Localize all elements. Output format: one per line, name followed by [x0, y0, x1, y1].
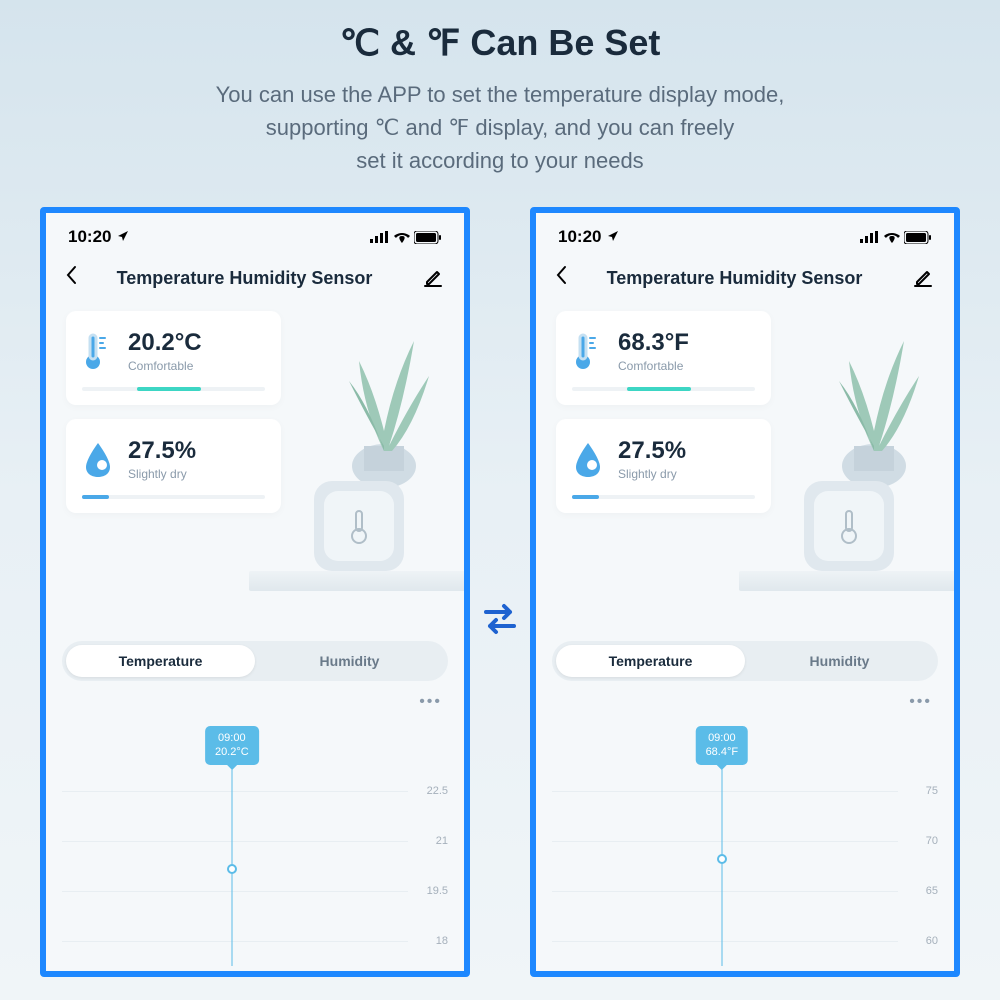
temperature-bar: [82, 387, 265, 391]
chart-tabs: Temperature Humidity: [62, 641, 448, 681]
chart-ylabel: 75: [926, 785, 938, 797]
temperature-value: 20.2°C: [128, 329, 202, 357]
chart-ylabel: 21: [436, 835, 448, 847]
more-button[interactable]: •••: [46, 693, 464, 711]
page-subtitle: You can use the APP to set the temperatu…: [0, 64, 1000, 177]
statusbar: 10:20: [536, 213, 954, 257]
chart-tabs: Temperature Humidity: [552, 641, 938, 681]
chart-ylabel: 70: [926, 835, 938, 847]
sensor-device-illustration: [804, 481, 894, 571]
more-button[interactable]: •••: [536, 693, 954, 711]
chart-ylabel: 19.5: [427, 885, 448, 897]
chart-tooltip: 09:00 68.4°F: [696, 726, 749, 765]
subtitle-line: supporting ℃ and ℉ display, and you can …: [266, 115, 734, 140]
humidity-value: 27.5%: [128, 437, 196, 465]
subtitle-line: set it according to your needs: [356, 148, 643, 173]
statusbar: 10:20: [46, 213, 464, 257]
page-title: ℃ & ℉ Can Be Set: [0, 0, 1000, 64]
chart-ylabel: 18: [436, 935, 448, 947]
swap-arrows-icon: [478, 597, 522, 641]
temperature-chart[interactable]: 75 70 65 60 09:00 68.4°F: [552, 721, 938, 977]
plant-illustration: [804, 291, 944, 491]
tab-humidity[interactable]: Humidity: [745, 645, 934, 677]
chart-indicator-line: [721, 766, 722, 966]
sensor-device-illustration: [314, 481, 404, 571]
temperature-value: 68.3°F: [618, 329, 689, 357]
battery-icon: [904, 231, 932, 244]
temperature-bar: [572, 387, 755, 391]
temperature-label: Comfortable: [128, 359, 202, 373]
wifi-icon: [393, 231, 411, 244]
tab-temperature[interactable]: Temperature: [556, 645, 745, 677]
chart-tooltip: 09:00 20.2°C: [205, 726, 259, 765]
humidity-card[interactable]: 27.5% Slightly dry: [66, 419, 281, 513]
nav-title: Temperature Humidity Sensor: [557, 268, 912, 289]
statusbar-time: 10:20: [68, 227, 130, 247]
phone-celsius: 10:20 Temperature Humidity Sensor: [40, 207, 470, 977]
signal-icon: [370, 231, 390, 243]
tab-humidity[interactable]: Humidity: [255, 645, 444, 677]
chart-data-point: [717, 854, 727, 864]
humidity-bar: [572, 495, 755, 499]
humidity-card[interactable]: 27.5% Slightly dry: [556, 419, 771, 513]
shelf-illustration: [249, 571, 469, 591]
plant-illustration: [314, 291, 454, 491]
thermometer-icon: [82, 331, 114, 371]
battery-icon: [414, 231, 442, 244]
humidity-label: Slightly dry: [618, 467, 686, 481]
edit-button[interactable]: [422, 267, 444, 289]
temperature-label: Comfortable: [618, 359, 689, 373]
temperature-card[interactable]: 20.2°C Comfortable: [66, 311, 281, 405]
nav-title: Temperature Humidity Sensor: [67, 268, 422, 289]
humidity-bar: [82, 495, 265, 499]
chart-data-point: [227, 864, 237, 874]
sensor-scene: 20.2°C Comfortable 27.5% Slightly dry: [46, 311, 464, 621]
sensor-scene: 68.3°F Comfortable 27.5% Slightly dry: [536, 311, 954, 621]
chart-ylabel: 22.5: [427, 785, 448, 797]
shelf-illustration: [739, 571, 959, 591]
phone-fahrenheit: 10:20 Temperature Humidity Sensor: [530, 207, 960, 977]
statusbar-time: 10:20: [558, 227, 620, 247]
chart-ylabel: 60: [926, 935, 938, 947]
location-arrow-icon: [606, 229, 620, 243]
chart-ylabel: 65: [926, 885, 938, 897]
droplet-icon: [82, 439, 114, 479]
droplet-icon: [572, 439, 604, 479]
thermometer-icon: [572, 331, 604, 371]
temperature-chart[interactable]: 22.5 21 19.5 18 09:00 20.2°C: [62, 721, 448, 977]
humidity-label: Slightly dry: [128, 467, 196, 481]
wifi-icon: [883, 231, 901, 244]
signal-icon: [860, 231, 880, 243]
edit-button[interactable]: [912, 267, 934, 289]
humidity-value: 27.5%: [618, 437, 686, 465]
subtitle-line: You can use the APP to set the temperatu…: [216, 82, 785, 107]
temperature-card[interactable]: 68.3°F Comfortable: [556, 311, 771, 405]
tab-temperature[interactable]: Temperature: [66, 645, 255, 677]
location-arrow-icon: [116, 229, 130, 243]
